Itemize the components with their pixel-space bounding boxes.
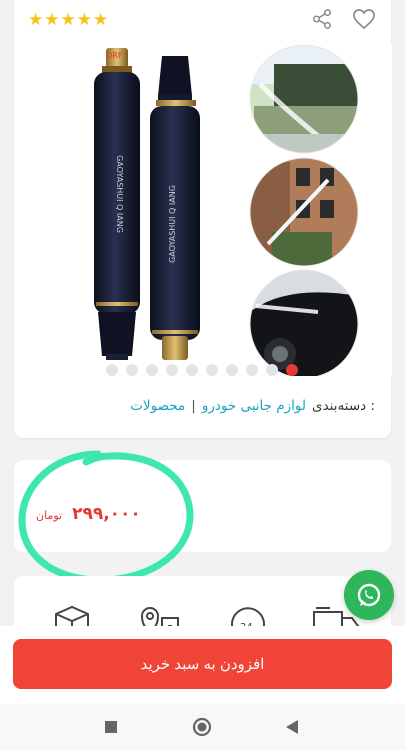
- product-card: ★ ★ ★ ★ ★ GAOYASHUI Q IANG ORF GAOYASHUI…: [14, 0, 392, 438]
- price-value: ۲۹۹,۰۰۰: [72, 504, 141, 524]
- price-card: تومان ۲۹۹,۰۰۰: [14, 460, 391, 552]
- nozzle-image-left: GAOYASHUI Q IANG ORF: [94, 48, 140, 360]
- gallery-dot[interactable]: [226, 364, 238, 376]
- star-icon: ★: [76, 10, 92, 30]
- star-icon: ★: [93, 10, 109, 30]
- svg-text:ORF: ORF: [106, 51, 123, 60]
- product-image-gallery[interactable]: GAOYASHUI Q IANG ORF GAOYASHUI Q IANG: [28, 44, 392, 376]
- gallery-dot[interactable]: [206, 364, 218, 376]
- category-link-products[interactable]: محصولات: [130, 398, 185, 414]
- category-label: دسته‌بندی :: [312, 398, 375, 414]
- product-actions: [309, 6, 377, 32]
- category-row: دسته‌بندی : لوازم جانبی خودرو | محصولات: [130, 398, 375, 414]
- gallery-dot[interactable]: [146, 364, 158, 376]
- svg-text:GAOYASHUI Q IANG: GAOYASHUI Q IANG: [168, 185, 177, 263]
- price-currency: تومان: [36, 509, 63, 522]
- price: تومان ۲۹۹,۰۰۰: [36, 504, 141, 524]
- gallery-dot[interactable]: [126, 364, 138, 376]
- home-icon[interactable]: [192, 717, 212, 737]
- whatsapp-icon: [357, 583, 381, 607]
- share-icon[interactable]: [309, 6, 335, 32]
- add-to-cart-bar: افزودن به سبد خرید: [0, 626, 405, 704]
- heart-icon[interactable]: [351, 6, 377, 32]
- gallery-dot[interactable]: [266, 364, 278, 376]
- star-icon: ★: [44, 10, 60, 30]
- recent-apps-icon[interactable]: [101, 717, 121, 737]
- gallery-dot[interactable]: [186, 364, 198, 376]
- add-to-cart-button[interactable]: افزودن به سبد خرید: [13, 639, 392, 689]
- rating-stars: ★ ★ ★ ★ ★: [28, 12, 108, 29]
- nozzle-image-right: GAOYASHUI Q IANG: [150, 56, 200, 360]
- back-icon[interactable]: [282, 717, 302, 737]
- usage-image-car: [250, 270, 358, 376]
- svg-text:GAOYASHUI Q IANG: GAOYASHUI Q IANG: [115, 155, 124, 233]
- gallery-pagination[interactable]: [106, 364, 298, 376]
- category-separator: |: [191, 398, 196, 414]
- gallery-dot[interactable]: [106, 364, 118, 376]
- system-navigation-bar: [0, 704, 405, 750]
- gallery-dot[interactable]: [166, 364, 178, 376]
- whatsapp-button[interactable]: [344, 570, 394, 620]
- star-icon: ★: [28, 10, 44, 30]
- star-icon: ★: [60, 10, 76, 30]
- usage-image-building: [250, 158, 358, 266]
- gallery-dot[interactable]: [246, 364, 258, 376]
- gallery-dot[interactable]: [286, 364, 298, 376]
- category-link-car-accessories[interactable]: لوازم جانبی خودرو: [202, 398, 306, 414]
